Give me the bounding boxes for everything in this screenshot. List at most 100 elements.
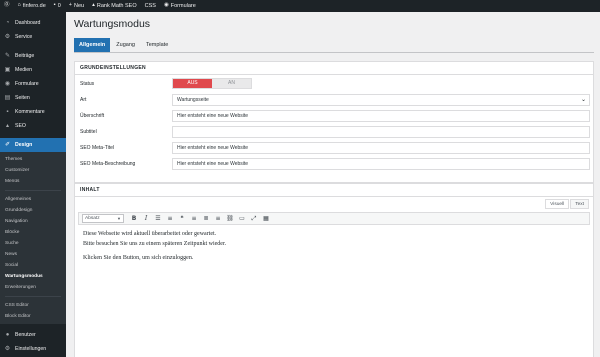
align-right-icon[interactable]: ≡ — [213, 214, 223, 224]
css-link[interactable]: CSS — [141, 0, 160, 12]
heading-label: Überschrift — [80, 113, 105, 119]
link-icon[interactable]: ⛓ — [225, 214, 235, 224]
menu-settings[interactable]: ⚙ Einstellungen — [0, 342, 66, 356]
tab-divider — [74, 52, 594, 53]
menu-label: Service — [15, 34, 33, 40]
brush-icon: ✐ — [4, 142, 11, 148]
menu-label: Kommentare — [15, 109, 45, 115]
submenu-search[interactable]: Suche — [0, 238, 66, 249]
editor-content[interactable]: Diese Webseite wird aktuell überarbeitet… — [78, 225, 590, 357]
meta-title-row: SEO Meta-Titel Hier entsteht eine neue W… — [75, 141, 593, 155]
meta-desc-input[interactable]: Hier entsteht eine neue Website — [172, 158, 590, 170]
menu-label: Design — [15, 142, 33, 148]
status-off-option[interactable]: AUS — [173, 79, 212, 88]
page-icon: ▤ — [4, 95, 11, 101]
submenu-navigation[interactable]: Navigation — [0, 216, 66, 227]
pin-icon: ✎ — [4, 53, 11, 59]
basics-heading: GRUNDEINSTELLUNGEN — [75, 62, 593, 75]
new-label: Neu — [74, 3, 85, 9]
forms-icon: ◉ — [163, 2, 169, 9]
menu-comments[interactable]: ▪ Kommentare — [0, 105, 66, 119]
new-content-link[interactable]: + Neu — [65, 0, 88, 12]
submenu-maintenance[interactable]: Wartungsmodus — [0, 271, 66, 282]
page-title: Wartungsmodus — [74, 18, 151, 30]
submenu-block-editor[interactable]: Block Editor — [0, 311, 66, 322]
tab-template[interactable]: Template — [141, 38, 173, 52]
meta-title-label: SEO Meta-Titel — [80, 145, 114, 151]
status-toggle[interactable]: AUS AN — [172, 78, 252, 89]
heading-input[interactable]: Hier entsteht eine neue Website — [172, 110, 590, 122]
menu-design[interactable]: ✐ Design — [0, 138, 66, 152]
submenu-extensions[interactable]: Erweiterungen — [0, 282, 66, 293]
menu-dashboard[interactable]: ◔ Dashboard — [0, 16, 66, 30]
site-name-link[interactable]: ⌂ finfero.de — [14, 0, 50, 12]
rank-math-link[interactable]: ▴ Rank Math SEO — [88, 0, 141, 12]
menu-label: Medien — [15, 67, 33, 73]
wordpress-icon: ⓪ — [4, 2, 10, 9]
menu-label: Einstellungen — [15, 346, 47, 352]
menu-users[interactable]: ● Benutzer — [0, 328, 66, 342]
tab-access[interactable]: Zugang — [111, 38, 140, 52]
type-select[interactable]: Wartungsseite ⌄ — [172, 94, 590, 106]
format-value: Absatz — [85, 216, 100, 221]
submenu-basic-design[interactable]: Grunddesign — [0, 205, 66, 216]
dashboard-icon: ◔ — [5, 20, 10, 26]
admin-sidebar: ◔ Dashboard ⚙ Service ✎ Beiträge ▣ Medien ◉ F… — [0, 12, 66, 357]
read-more-icon[interactable]: ▭ — [237, 214, 247, 224]
menu-forms[interactable]: ◉ Formulare — [0, 77, 66, 91]
align-center-icon[interactable]: ≣ — [201, 214, 211, 224]
menu-pages[interactable]: ▤ Seiten — [0, 91, 66, 105]
menu-media[interactable]: ▣ Medien — [0, 63, 66, 77]
wp-logo[interactable]: ⓪ — [0, 0, 14, 12]
meta-desc-row: SEO Meta-Beschreibung Hier entsteht eine… — [75, 157, 593, 171]
submenu-general[interactable]: Allgemeines — [0, 194, 66, 205]
chart-icon: ▴ — [92, 2, 95, 9]
type-row: Art Wartungsseite ⌄ — [75, 93, 593, 107]
submenu-css-editor[interactable]: CSS Editor — [0, 300, 66, 311]
comments-link[interactable]: ▪ 0 — [50, 0, 65, 12]
menu-posts[interactable]: ✎ Beiträge — [0, 49, 66, 63]
subtitle-row: Subtitel — [75, 125, 593, 139]
css-label: CSS — [144, 3, 156, 9]
type-value: Wartungsseite — [177, 97, 209, 103]
menu-label: SEO — [15, 123, 26, 129]
content-line-3: Klicken Sie den Button, um sich einzulog… — [83, 255, 194, 262]
align-left-icon[interactable]: ≡ — [189, 214, 199, 224]
heading-row: Überschrift Hier entsteht eine neue Webs… — [75, 109, 593, 123]
site-name: finfero.de — [22, 3, 46, 9]
blockquote-icon[interactable]: ❝ — [177, 214, 187, 224]
submenu-themes[interactable]: Themes — [0, 154, 66, 165]
format-select[interactable]: Absatz ▼ — [82, 214, 124, 223]
submenu-blocks[interactable]: Blöcke — [0, 227, 66, 238]
submenu-news[interactable]: News — [0, 249, 66, 260]
home-icon: ⌂ — [17, 2, 21, 9]
editor-toolbar: Absatz ▼ B I ☰ ≡ ❝ ≡ ≣ ≡ ⛓ ▭ ⤢ ▦ — [78, 212, 590, 225]
submenu-customizer[interactable]: Customizer — [0, 165, 66, 176]
meta-title-input[interactable]: Hier entsteht eine neue Website — [172, 142, 590, 154]
submenu-social[interactable]: Social — [0, 260, 66, 271]
basics-panel: GRUNDEINSTELLUNGEN Status AUS AN Art War… — [74, 61, 594, 183]
subtitle-input[interactable] — [172, 126, 590, 138]
media-icon: ▣ — [4, 67, 11, 73]
bullet-list-icon[interactable]: ☰ — [153, 214, 163, 224]
forms-link[interactable]: ◉ Formulare — [160, 0, 200, 12]
editor-tab-text[interactable]: Text — [570, 199, 589, 209]
italic-icon[interactable]: I — [141, 214, 151, 224]
main-content: Wartungsmodus Allgemein Zugang Template … — [66, 12, 600, 357]
content-heading: INHALT — [75, 184, 593, 197]
status-on-option[interactable]: AN — [212, 79, 251, 88]
submenu-divider — [5, 296, 61, 297]
status-label: Status — [80, 81, 95, 87]
submenu-menus[interactable]: Menüs — [0, 176, 66, 187]
menu-seo[interactable]: ▴ SEO — [0, 119, 66, 133]
fullscreen-icon[interactable]: ⤢ — [249, 214, 259, 224]
numbered-list-icon[interactable]: ≡ — [165, 214, 175, 224]
editor-tab-visual[interactable]: Visuell — [545, 199, 570, 209]
menu-service[interactable]: ⚙ Service — [0, 30, 66, 44]
status-row: Status AUS AN — [75, 77, 593, 91]
tab-general[interactable]: Allgemein — [74, 38, 111, 52]
content-line-1: Diese Webseite wird aktuell überarbeitet… — [83, 231, 217, 237]
toolbar-toggle-icon[interactable]: ▦ — [261, 214, 271, 224]
bold-icon[interactable]: B — [129, 214, 139, 224]
menu-label: Beiträge — [15, 53, 35, 59]
